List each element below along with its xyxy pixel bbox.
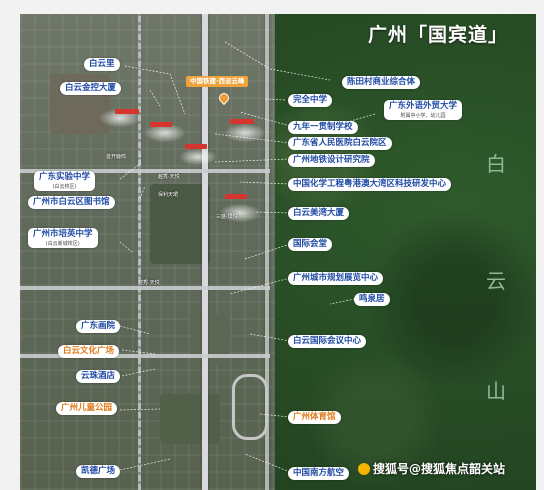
sohu-logo-icon [358,463,370,475]
label-gymnasium: 广州体育馆 [288,411,341,424]
label-text: 广州市培英中学 [33,229,93,239]
label-southern-airlines: 中国南方航空 [288,467,350,480]
label-subtext: (白云新城校区) [45,241,80,247]
map-small-text: 三盛·璞悦 [216,214,238,220]
label-baiyun-meiwan: 白云美湾大厦 [288,207,350,220]
label-renmin-hospital: 广东省人民医院白云院区 [288,137,392,150]
project-tag: 中国铁建·西派云峰 [186,76,249,87]
project-marker [150,122,172,127]
label-subtext: 附属中小学、幼儿园 [400,113,446,119]
map-small-text: 越秀·天悦 [158,174,180,180]
vertical-char-2: 云 [486,269,506,293]
label-convention-hall: 国际会堂 [288,238,333,251]
label-mingquan: 鸣泉居 [354,293,390,306]
label-baiyun-jinkong: 白云金控大厦 [60,82,122,95]
stadium-track [232,374,268,440]
label-peiying: 广州市培英中学 (白云新城校区) [28,228,98,248]
project-marker [115,109,139,114]
label-children-park: 广州儿童公园 [56,402,118,415]
label-baiyun-library: 广州市白云区图书馆 [28,196,115,209]
watermark: 搜狐号@搜狐焦点韶关站 [358,460,505,477]
label-gdufs-school: 广东外语外贸大学 附属中小学、幼儿园 [384,100,463,120]
railway [138,14,141,490]
project-marker [230,119,254,124]
label-guangdong-shiyan: 广东实验中学 (白云校区) [34,171,96,191]
map-small-text: 越秀·天悦 [138,280,160,286]
label-planning-hall: 广州城市规划展览中心 [288,272,384,285]
label-wanquan-school: 完全中学 [288,94,333,107]
map-small-text: 保利天珺 [158,192,179,198]
label-subtext: (白云校区) [52,184,77,190]
label-guangdong-huayuan: 广东画院 [76,320,121,333]
label-chem-center: 中国化学工程粤港澳大湾区科技研发中心 [288,178,452,191]
vertical-char-1: 白 [486,152,506,176]
label-metro-design: 广州地铁设计研究院 [288,154,375,167]
label-chentiancun: 陈田村商业综合体 [342,76,421,89]
vertical-char-3: 山 [486,379,506,403]
label-jiunian-school: 九年一贯制学校 [288,121,358,134]
label-yunzhu-hotel: 云珠酒店 [76,370,121,383]
label-text: 广东实验中学 [39,172,91,182]
project-marker [225,194,247,199]
label-baiyunli: 白云里 [84,58,120,71]
highlight-glow [225,124,265,142]
label-baiyun-culture-plaza: 白云文化广场 [58,345,120,358]
project-marker [185,144,207,149]
label-conference-center: 白云国际会议中心 [288,335,367,348]
label-kaide-plaza: 凯德广场 [76,465,121,478]
cross-road [20,354,270,358]
label-text: 广东外语外贸大学 [389,101,458,111]
map-title: 广州「国宾道」 [368,24,509,46]
highlight-glow [180,149,216,165]
map-small-text: 首开鹿鸣 [106,154,127,160]
urban-patch [160,394,220,444]
watermark-text: 搜狐号@搜狐焦点韶关站 [373,462,506,476]
cross-road [20,286,270,290]
